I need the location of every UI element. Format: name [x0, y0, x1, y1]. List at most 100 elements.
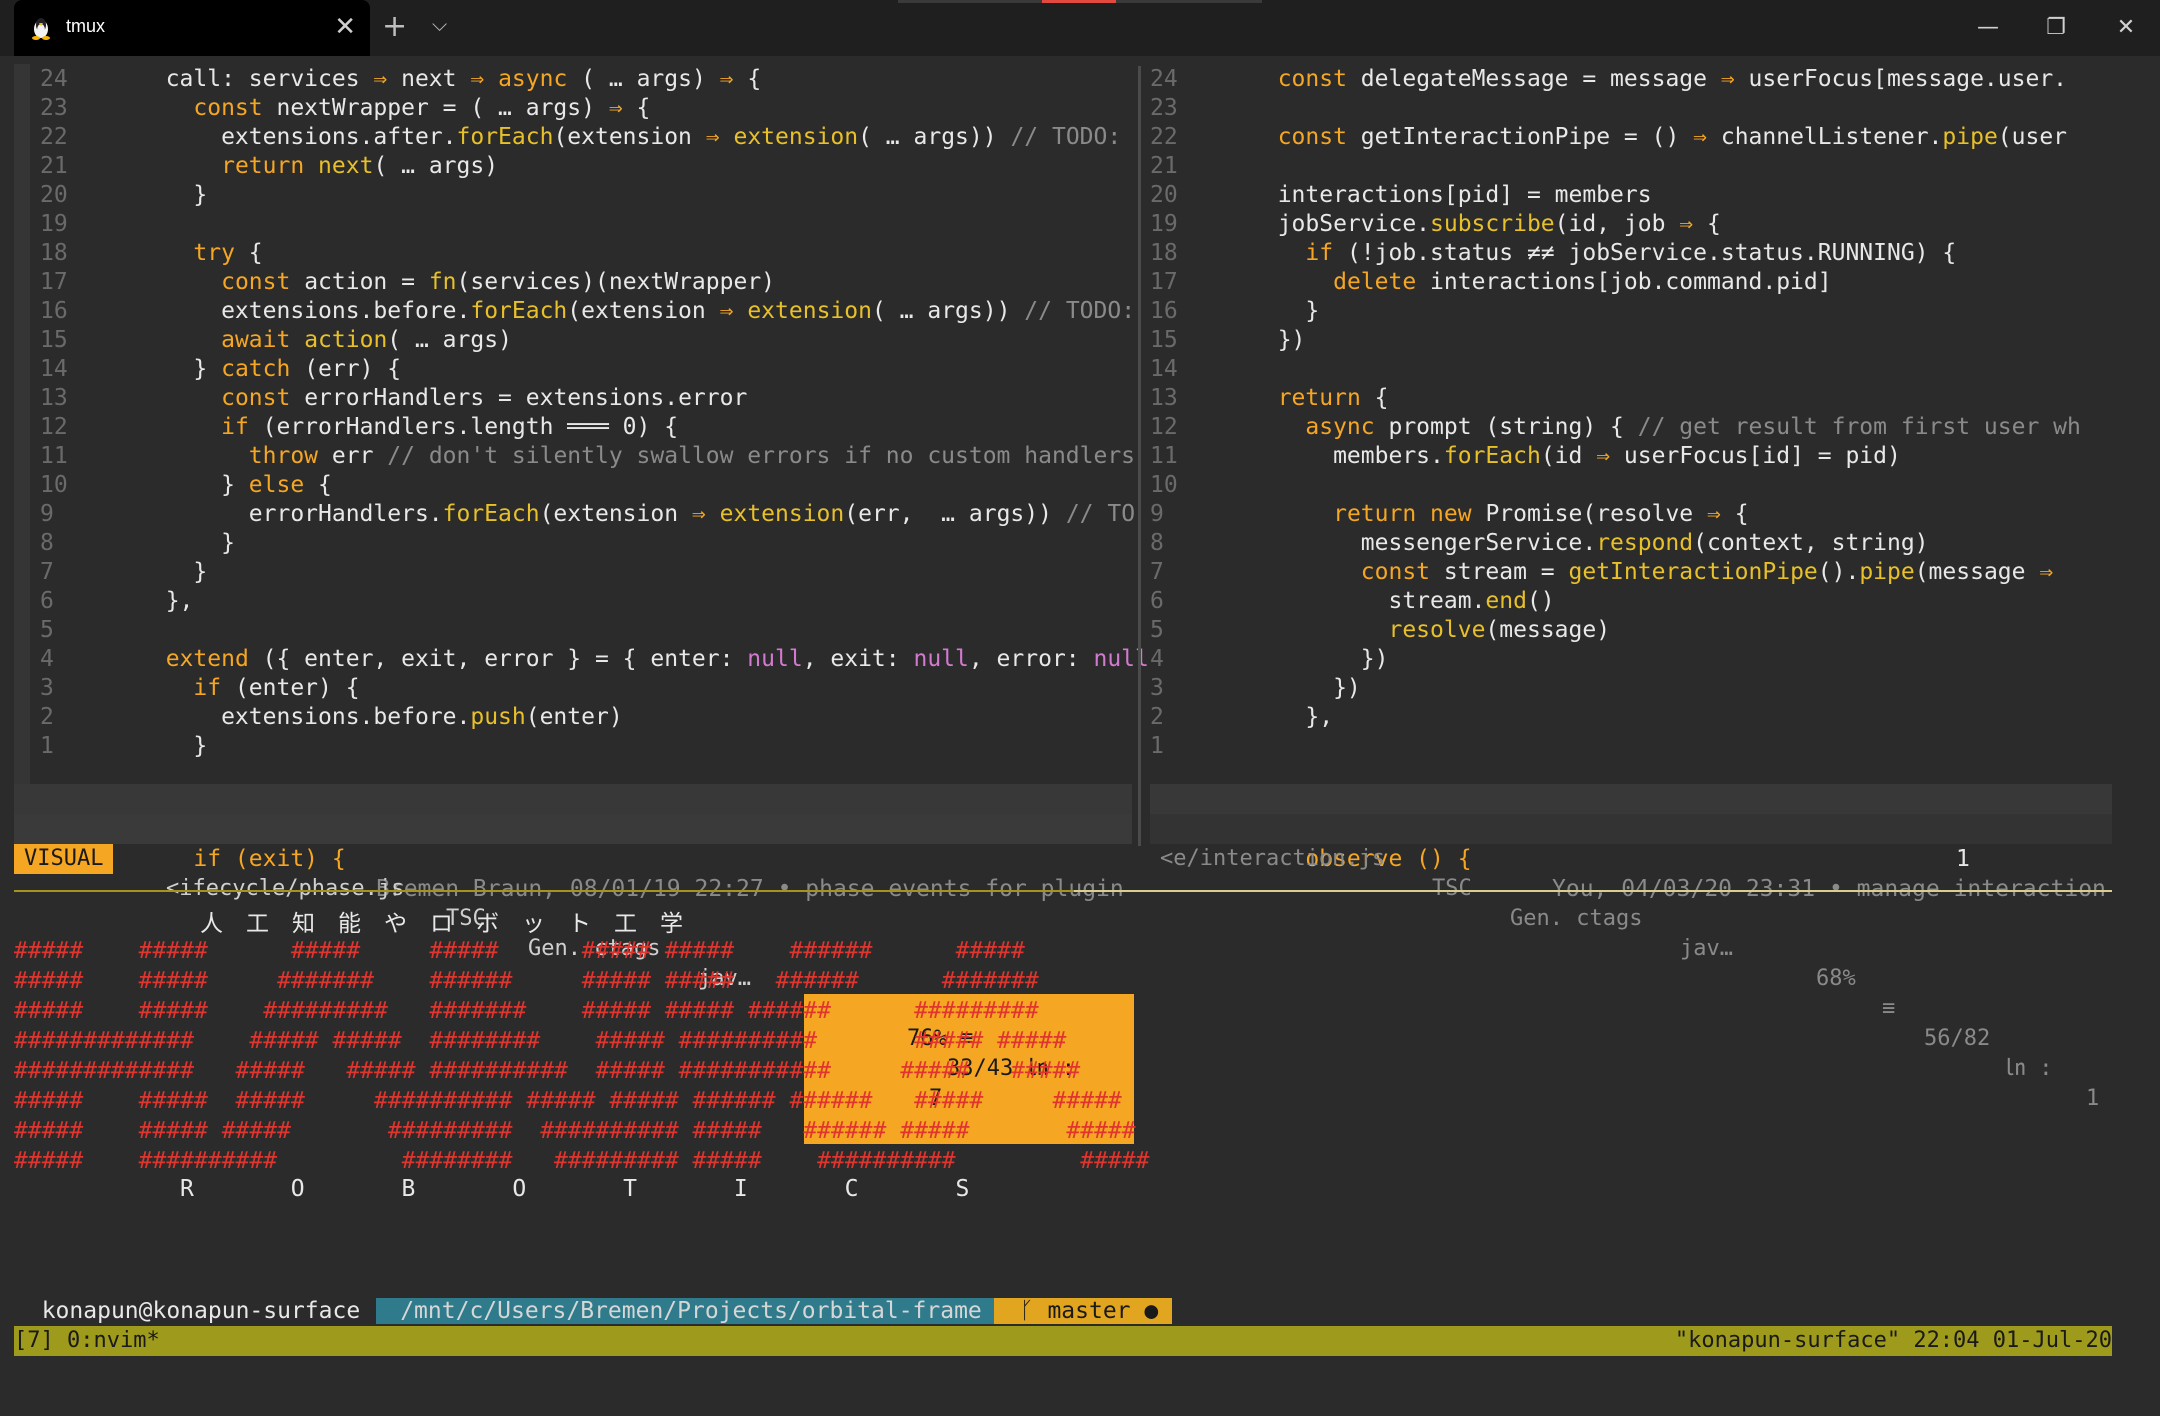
code-text: interactions[pid] = members [1250, 182, 1652, 208]
line-number: 11 [1150, 443, 1178, 469]
vertical-split-divider[interactable] [1138, 66, 1141, 846]
shell-prompt[interactable]: konapun@konapun-surface/mnt/c/Users/Brem… [14, 1266, 1173, 1324]
scroll-percent-right: 68% [1816, 966, 1856, 991]
title-bar: tmux ✕ + ⌵ — ❐ ✕ [0, 0, 2160, 56]
drag-indicator [898, 0, 1262, 3]
tmux-window-list[interactable]: [7] 0:nvim* [14, 1326, 160, 1356]
prompt-branch: ᚴ master ● [993, 1298, 1173, 1324]
code-text: extensions.after.forEach(extension ⇒ ext… [138, 124, 1122, 150]
tab-tmux[interactable]: tmux ✕ [14, 0, 370, 56]
lsp-status-right: TSC [1432, 876, 1472, 901]
code-text: const errorHandlers = extensions.error [221, 385, 748, 411]
current-line-left [14, 784, 1132, 814]
tab-title: tmux [66, 16, 106, 36]
code-text: extensions.before.push(enter) [138, 704, 623, 730]
ascii-art-row: ##### ##### ##### ########## ##### #####… [14, 1088, 1122, 1114]
line-number: 9 [1150, 501, 1164, 527]
code-text: return new Promise(resolve ⇒ { [1333, 501, 1749, 527]
line-number: 13 [40, 385, 68, 411]
line-number: 23 [40, 95, 68, 121]
line-number: 1 [40, 733, 54, 759]
line-number: 21 [40, 153, 68, 179]
ascii-art-row: ##### ##### ##### ##### ##### ##### ####… [14, 938, 1025, 964]
line-number: 10 [40, 472, 68, 498]
code-text: if (enter) { [193, 675, 360, 701]
code-text: extend ({ enter, exit, error } = { enter… [165, 646, 1149, 672]
horizontal-split-divider[interactable] [14, 890, 2112, 892]
filetype-right: jav… [1680, 936, 1733, 961]
code-text: resolve(message) [1388, 617, 1611, 643]
line-number: 8 [40, 530, 54, 556]
tmux-host-clock: "konapun-surface" 22:04 01-Jul-20 [1674, 1328, 2112, 1353]
line-number: 10 [1150, 472, 1178, 498]
ascii-art-row: ##### ##### ######### ####### ##### ####… [14, 998, 1039, 1024]
restore-button[interactable]: ❐ [2034, 10, 2078, 46]
banner-ascii-art: ##### ##### ##### ##### ##### ##### ####… [14, 936, 1149, 1176]
code-text: async prompt (string) { // get result fr… [1305, 414, 2081, 440]
line-number: 21 [1150, 153, 1178, 179]
code-text: const stream = getInteractionPipe().pipe… [1360, 559, 2054, 585]
code-text: delete interactions[job.command.pid] [1333, 269, 1832, 295]
line-number: 4 [40, 646, 54, 672]
editor-pane-left[interactable]: 24 call: services ⇒ next ⇒ async ( … arg… [14, 64, 1149, 794]
file-name-right: <e/interaction.js [1160, 846, 1386, 871]
prompt-path: /mnt/c/Users/Bremen/Projects/orbital-fra… [376, 1298, 994, 1324]
line-number: 19 [40, 211, 68, 237]
file-name: <ifecycle/phase.js [166, 876, 405, 901]
tab-dropdown-icon[interactable]: ⌵ [432, 12, 447, 36]
line-number: 22 [40, 124, 68, 150]
code-text: if (errorHandlers.length ═══ 0) { [221, 414, 679, 440]
editor-pane-right[interactable]: 24 const delegateMessage = message ⇒ use… [1150, 64, 2112, 764]
code-text: if (!job.status ≠≠ jobService.status.RUN… [1305, 240, 1957, 266]
line-number: 8 [1150, 530, 1164, 556]
tmux-status-bar: [7] 0:nvim* "konapun-surface" 22:04 01-J… [14, 1326, 2112, 1356]
line-number: 22 [1150, 124, 1178, 150]
close-window-button[interactable]: ✕ [2104, 10, 2148, 46]
code-text: } [138, 733, 208, 759]
cursor-position-right: 56/82 [1924, 1026, 1991, 1051]
statusline-left: VISUAL <ifecycle/phase.js TSC Gen. ctags… [14, 814, 1134, 1144]
code-text: } [138, 182, 208, 208]
line-number: 3 [40, 675, 54, 701]
line-number: 15 [1150, 327, 1178, 353]
line-number: 13 [1150, 385, 1178, 411]
cursor-line-text: if (exit) { [138, 846, 346, 872]
ascii-art-row: ############# ##### ##### ######## #####… [14, 1028, 1067, 1054]
statusline-right: <e/interaction.js TSC Gen. ctags jav… 68… [1150, 814, 2112, 1111]
line-number: 5 [40, 617, 54, 643]
line-number: 20 [1150, 182, 1178, 208]
code-text: return { [1277, 385, 1389, 411]
code-text: }) [1250, 327, 1306, 353]
code-text: } [1250, 298, 1320, 324]
code-text: members.forEach(id ⇒ userFocus[id] = pid… [1250, 443, 1901, 469]
line-number: 16 [40, 298, 68, 324]
line-number: 14 [1150, 356, 1178, 382]
line-number: 15 [40, 327, 68, 353]
new-tab-button[interactable]: + [382, 10, 407, 44]
line-number: 23 [1150, 95, 1178, 121]
line-number: 5 [1150, 617, 1164, 643]
line-number: 24 [40, 66, 68, 92]
line-number: 14 [40, 356, 68, 382]
code-text: } [138, 530, 235, 556]
code-text: } else { [138, 472, 332, 498]
code-text: errorHandlers.forEach(extension ⇒ extens… [138, 501, 1136, 527]
banner-title: 人 工 知 能 や ロ ボ ッ ト 工 学 [200, 911, 683, 937]
close-tab-icon[interactable]: ✕ [334, 12, 356, 42]
line-number: 19 [1150, 211, 1178, 237]
code-text: call: services ⇒ next ⇒ async ( … args) … [138, 66, 762, 92]
line-number: 7 [40, 559, 54, 585]
line-number: 9 [40, 501, 54, 527]
line-number: 18 [1150, 240, 1178, 266]
code-text: }, [138, 588, 194, 614]
current-line-right [1150, 784, 2112, 814]
code-text: try { [193, 240, 263, 266]
line-number: 2 [1150, 704, 1164, 730]
line-number: 17 [40, 269, 68, 295]
code-text: messengerService.respond(context, string… [1250, 530, 1929, 556]
code-text: }) [1250, 646, 1389, 672]
code-text: await action( … args) [221, 327, 512, 353]
code-text: extensions.before.forEach(extension ⇒ ex… [138, 298, 1136, 324]
minimize-button[interactable]: — [1966, 10, 2010, 46]
code-text: } [138, 559, 208, 585]
